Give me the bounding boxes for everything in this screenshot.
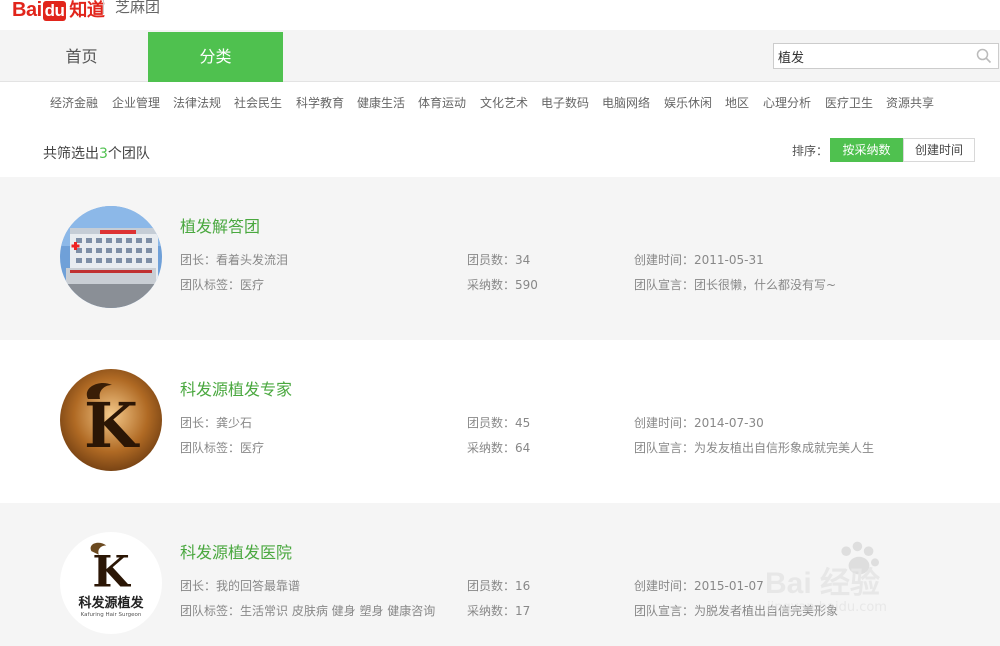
- summary-prefix: 共筛选出: [43, 146, 99, 162]
- category-item[interactable]: 健康生活: [357, 94, 405, 111]
- team-avatar-hospital[interactable]: [60, 206, 162, 308]
- sort-label: 排序：: [792, 144, 829, 158]
- result-summary: 共筛选出3个团队: [43, 143, 150, 163]
- tab-home[interactable]: 首页: [14, 32, 149, 82]
- category-item[interactable]: 电子数码: [541, 94, 589, 111]
- top-bar: Bai du 知道 芝麻团: [0, 0, 1000, 30]
- k-logo-icon: K: [90, 542, 131, 594]
- team-members: 团员数：45: [467, 416, 531, 430]
- category-item[interactable]: 体育运动: [418, 94, 466, 111]
- logo-du-text: du: [42, 1, 67, 21]
- logo-bai-text: Bai: [12, 0, 42, 21]
- team-name[interactable]: 科发源植发专家: [180, 376, 292, 400]
- team-avatar-k-logo[interactable]: K: [60, 369, 162, 471]
- brand-logo-text: 科发源植发: [78, 596, 144, 611]
- category-item[interactable]: 娱乐休闲: [664, 94, 712, 111]
- team-leader: 团长：龚少石: [180, 416, 253, 430]
- header-divider: [103, 0, 104, 14]
- team-motto: 团队宣言：为发友植出自信形象成就完美人生: [634, 441, 875, 455]
- team-adopted: 采纳数：64: [467, 441, 531, 455]
- svg-text:K: K: [92, 548, 131, 594]
- team-created: 创建时间：2014-07-30: [634, 416, 764, 430]
- category-item[interactable]: 电脑网络: [602, 94, 650, 111]
- category-item[interactable]: 心理分析: [763, 94, 811, 111]
- team-motto: 团队宣言：团长很懒，什么都没有写~: [634, 278, 837, 292]
- category-item[interactable]: 地区: [725, 94, 749, 111]
- team-members: 团员数：16: [467, 579, 531, 593]
- team-tags: 团队标签：医疗: [180, 278, 265, 292]
- team-leader: 团长：我的回答最靠谱: [180, 579, 301, 593]
- baidu-zhidao-logo[interactable]: Bai du 知道: [12, 0, 105, 22]
- main-nav: 首页 分类: [0, 30, 1000, 82]
- team-created: 创建时间：2015-01-07: [634, 579, 764, 593]
- search-input[interactable]: [774, 44, 964, 68]
- team-avatar-brand-logo[interactable]: K 科发源植发 Kafuring Hair Surgeon: [60, 532, 162, 634]
- team-members: 团员数：34: [467, 253, 531, 267]
- svg-text:K: K: [84, 389, 140, 462]
- brand-logo-subtext: Kafuring Hair Surgeon: [80, 612, 142, 618]
- brand-title[interactable]: 芝麻团: [115, 0, 160, 17]
- category-item[interactable]: 经济金融: [50, 94, 98, 111]
- team-adopted: 采纳数：590: [467, 278, 538, 292]
- team-leader: 团长：看着头发流泪: [180, 253, 289, 267]
- sort-by-adopted-button[interactable]: 按采纳数: [830, 138, 903, 162]
- team-tags: 团队标签：医疗: [180, 441, 265, 455]
- category-item[interactable]: 资源共享: [886, 94, 934, 111]
- team-created: 创建时间：2011-05-31: [634, 253, 764, 267]
- team-card: K 科发源植发专家 团长：龚少石 团队标签：医疗 团员数：45 采纳数：64 创…: [0, 340, 1000, 503]
- category-item[interactable]: 医疗卫生: [825, 94, 873, 111]
- team-card: 植发解答团 团长：看着头发流泪 团队标签：医疗 团员数：34 采纳数：590 创…: [0, 177, 1000, 340]
- team-motto: 团队宣言：为脱发者植出自信完美形象: [634, 604, 839, 618]
- search-icon[interactable]: [976, 48, 992, 64]
- team-tags: 团队标签：生活常识 皮肤病 健身 塑身 健康咨询: [180, 604, 436, 618]
- category-item[interactable]: 社会民生: [234, 94, 282, 111]
- category-item[interactable]: 企业管理: [112, 94, 160, 111]
- category-item[interactable]: 文化艺术: [480, 94, 528, 111]
- category-item[interactable]: 科学教育: [296, 94, 344, 111]
- team-adopted: 采纳数：17: [467, 604, 531, 618]
- team-name[interactable]: 科发源植发医院: [180, 539, 292, 563]
- search-box: [773, 43, 999, 69]
- team-card: K 科发源植发 Kafuring Hair Surgeon 科发源植发医院 团长…: [0, 503, 1000, 646]
- logo-zhidao-text: 知道: [69, 0, 105, 20]
- category-item[interactable]: 法律法规: [173, 94, 221, 111]
- summary-suffix: 个团队: [107, 146, 150, 162]
- sort-by-created-button[interactable]: 创建时间: [903, 138, 975, 162]
- team-name[interactable]: 植发解答团: [180, 213, 260, 237]
- category-bar: 经济金融 企业管理 法律法规 社会民生 科学教育 健康生活 体育运动 文化艺术 …: [0, 82, 1000, 122]
- tab-category[interactable]: 分类: [148, 32, 283, 82]
- result-count: 3: [99, 146, 108, 162]
